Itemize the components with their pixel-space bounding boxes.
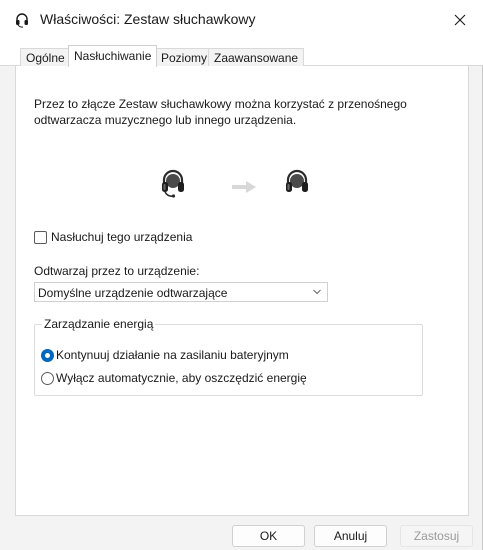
- tab-listen[interactable]: Nasłuchiwanie: [68, 45, 158, 67]
- radio-auto-disable-label: Wyłącz automatycznie, aby oszczędzić ene…: [56, 371, 307, 385]
- playback-device-value: Domyślne urządzenie odtwarzające: [38, 286, 228, 300]
- radio-row-auto-disable[interactable]: Wyłącz automatycznie, aby oszczędzić ene…: [41, 371, 307, 385]
- close-button[interactable]: [437, 0, 483, 40]
- description-line-2: odtwarzacza muzycznego lub innego urządz…: [34, 113, 297, 127]
- tab-general[interactable]: Ogólne: [20, 48, 71, 66]
- radio-row-continue-on-battery[interactable]: Kontynuuj działanie na zasilaniu bateryj…: [41, 348, 289, 362]
- listen-checkbox-label: Nasłuchuj tego urządzenia: [51, 230, 193, 244]
- listen-checkbox-row[interactable]: Nasłuchuj tego urządzenia: [34, 230, 192, 244]
- chevron-down-icon: [313, 289, 321, 295]
- description-line-1: Przez to złącze Zestaw słuchawkowy można…: [34, 97, 407, 111]
- window-title: Właściwości: Zestaw słuchawkowy: [40, 11, 256, 27]
- radio-continue-on-battery[interactable]: [41, 348, 54, 362]
- properties-dialog: Właściwości: Zestaw słuchawkowy Ogólne N…: [0, 0, 483, 550]
- ok-button[interactable]: OK: [232, 525, 305, 547]
- description-text: Przez to złącze Zestaw słuchawkowy można…: [34, 96, 434, 128]
- source-headset-icon: [162, 169, 184, 198]
- tab-panel-listen: Przez to złącze Zestaw słuchawkowy można…: [15, 66, 469, 516]
- headset-icon: [16, 13, 28, 28]
- cancel-button[interactable]: Anuluj: [314, 525, 387, 547]
- tab-levels[interactable]: Poziomy: [155, 48, 214, 66]
- radio-continue-on-battery-label: Kontynuuj działanie na zasilaniu bateryj…: [56, 348, 289, 362]
- arrow-right-icon: [232, 181, 256, 193]
- tab-advanced[interactable]: Zaawansowane: [208, 48, 305, 66]
- playback-device-label: Odtwarzaj przez to urządzenie:: [34, 264, 200, 278]
- tab-strip: Ogólne Nasłuchiwanie Poziomy Zaawansowan…: [0, 40, 483, 67]
- power-management-title: Zarządzanie energią: [42, 317, 156, 331]
- close-icon: [454, 14, 466, 26]
- title-bar: Właściwości: Zestaw słuchawkowy: [0, 0, 483, 40]
- apply-button[interactable]: Zastosuj: [400, 525, 473, 547]
- power-management-group: Zarządzanie energią Kontynuuj działanie …: [34, 317, 423, 396]
- target-headset-icon: [286, 169, 308, 192]
- playback-device-dropdown[interactable]: Domyślne urządzenie odtwarzające: [34, 282, 328, 302]
- radio-auto-disable[interactable]: [41, 371, 54, 385]
- listen-checkbox[interactable]: [34, 230, 47, 244]
